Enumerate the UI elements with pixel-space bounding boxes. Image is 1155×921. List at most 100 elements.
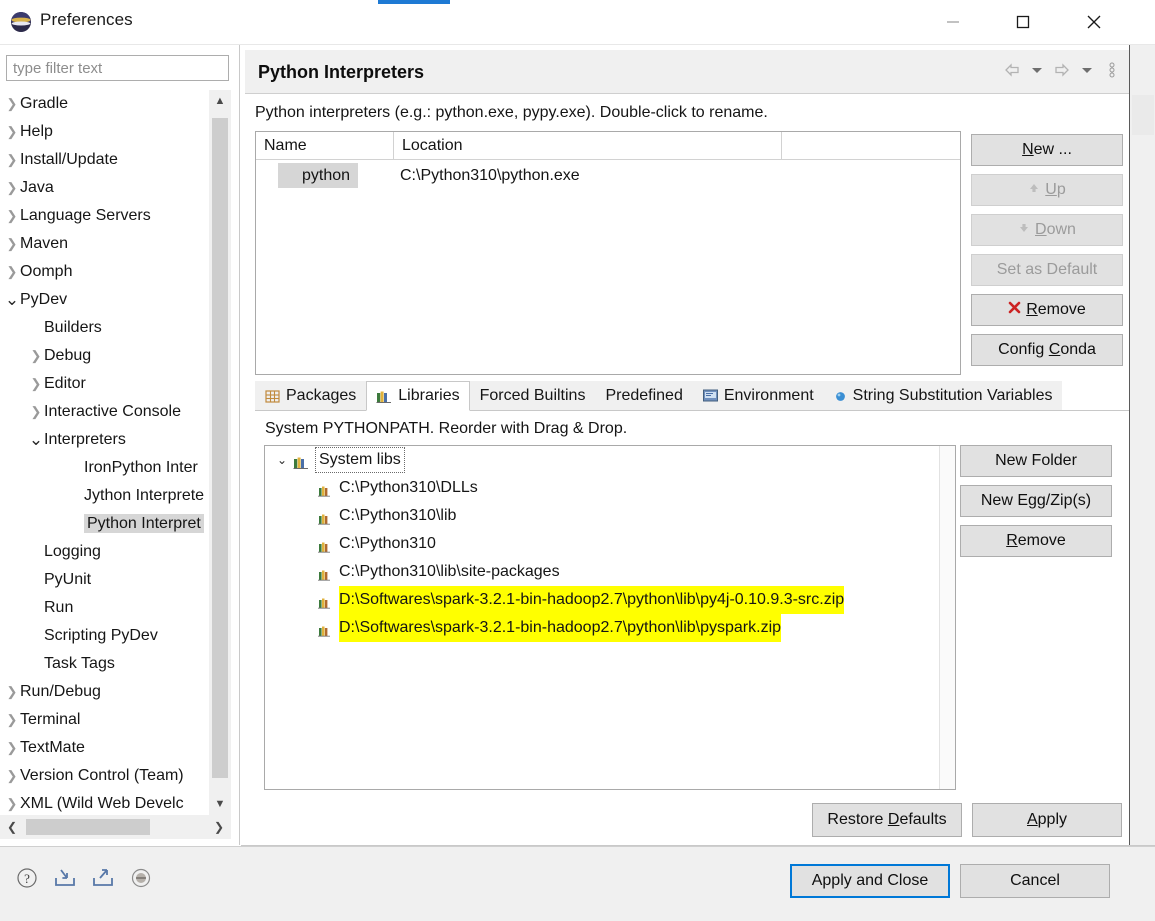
scroll-up-icon[interactable]: ▲ — [209, 90, 231, 112]
chevron-right-icon[interactable]: ❯ — [4, 174, 20, 202]
sidebar-item-xml-wild-web-develc[interactable]: ❯ XML (Wild Web Develc — [0, 790, 240, 815]
back-arrow-icon[interactable] — [1001, 58, 1023, 82]
scrollbar-thumb[interactable] — [212, 118, 228, 778]
chevron-down-icon[interactable]: ⌄ — [28, 426, 44, 454]
sidebar-item-gradle[interactable]: ❯ Gradle — [0, 90, 240, 118]
chevron-down-icon[interactable]: ⌄ — [275, 446, 289, 474]
sidebar-item-install-update[interactable]: ❯ Install/Update — [0, 146, 240, 174]
tab-string-substitution-variables[interactable]: String Substitution Variables — [823, 381, 1063, 411]
libraries-tree[interactable]: ⌄ System libs C:\Python310\DLLs C:\Python31… — [264, 445, 956, 790]
chevron-right-icon[interactable]: ❯ — [4, 762, 20, 790]
sidebar-item-scripting-pydev[interactable]: Scripting PyDev — [0, 622, 240, 650]
tab-forced-builtins[interactable]: Forced Builtins — [469, 381, 596, 411]
config-conda-button[interactable]: Config Conda — [971, 334, 1123, 366]
interpreter-name[interactable]: python — [278, 163, 359, 188]
sidebar-item-interactive-console[interactable]: ❯ Interactive Console — [0, 398, 240, 426]
sidebar-item-version-control-team[interactable]: ❯ Version Control (Team) — [0, 762, 240, 790]
sidebar-item-oomph[interactable]: ❯ Oomph — [0, 258, 240, 286]
scroll-left-icon[interactable]: ❮ — [0, 815, 24, 839]
apply-and-close-button[interactable]: Apply and Close — [790, 864, 950, 898]
column-header-location[interactable]: Location — [394, 132, 782, 159]
library-path-item[interactable]: C:\Python310\lib — [265, 502, 955, 530]
apply-button[interactable]: Apply — [972, 803, 1122, 837]
library-path-item[interactable]: C:\Python310\DLLs — [265, 474, 955, 502]
chevron-right-icon[interactable]: ❯ — [4, 678, 20, 706]
chevron-right-icon[interactable]: ❯ — [4, 118, 20, 146]
tab-libraries[interactable]: Libraries — [366, 381, 470, 411]
sidebar-item-task-tags[interactable]: Task Tags — [0, 650, 240, 678]
sidebar-item-python-interpret[interactable]: Python Interpret — [0, 510, 240, 538]
new-folder-button[interactable]: New Folder — [960, 445, 1112, 477]
forward-arrow-icon[interactable] — [1051, 58, 1073, 82]
move-up-button[interactable]: Up — [971, 174, 1123, 206]
export-icon[interactable] — [90, 865, 116, 891]
new-egg-zip-button[interactable]: New Egg/Zip(s) — [960, 485, 1112, 517]
sidebar-item-ironpython-inter[interactable]: IronPython Inter — [0, 454, 240, 482]
sidebar-horizontal-scrollbar[interactable]: ❮ ❯ — [0, 815, 231, 839]
remove-interpreter-button[interactable]: Remove — [971, 294, 1123, 326]
chevron-right-icon[interactable]: ❯ — [28, 342, 44, 370]
library-path-item[interactable]: D:\Softwares\spark-3.2.1-bin-hadoop2.7\p… — [265, 586, 955, 614]
move-down-button[interactable]: Down — [971, 214, 1123, 246]
library-path-item[interactable]: C:\Python310 — [265, 530, 955, 558]
restore-defaults-button[interactable]: Restore Defaults — [812, 803, 962, 837]
oomph-recorder-icon[interactable] — [128, 865, 154, 891]
chevron-right-icon[interactable]: ❯ — [4, 790, 20, 815]
sidebar-item-interpreters[interactable]: ⌄Interpreters — [0, 426, 240, 454]
dialog-right-scroll-strip[interactable] — [1129, 45, 1155, 845]
interpreter-location[interactable]: C:\Python310\python.exe — [400, 163, 580, 188]
import-icon[interactable] — [52, 865, 78, 891]
sidebar-item-builders[interactable]: Builders — [0, 314, 240, 342]
forward-dropdown-icon[interactable] — [1076, 58, 1098, 82]
tab-environment[interactable]: Environment — [692, 381, 824, 411]
sidebar-item-run-debug[interactable]: ❯ Run/Debug — [0, 678, 240, 706]
chevron-right-icon[interactable]: ❯ — [4, 706, 20, 734]
scrollbar-thumb[interactable] — [26, 819, 150, 835]
chevron-right-icon[interactable]: ❯ — [4, 258, 20, 286]
chevron-right-icon[interactable]: ❯ — [4, 230, 20, 258]
sidebar-item-debug[interactable]: ❯ Debug — [0, 342, 240, 370]
set-as-default-button[interactable]: Set as Default — [971, 254, 1123, 286]
libraries-scrollbar[interactable] — [939, 446, 955, 789]
sidebar-item-textmate[interactable]: ❯ TextMate — [0, 734, 240, 762]
sidebar-item-jython-interprete[interactable]: Jython Interprete — [0, 482, 240, 510]
preferences-tree[interactable]: ❯ Gradle ❯ Help ❯ Install/Update ❯ Java ❯ Languag… — [0, 90, 240, 815]
interpreter-table[interactable]: Name Location python C:\Python310\python… — [255, 131, 961, 375]
chevron-right-icon[interactable]: ❯ — [4, 202, 20, 230]
help-icon[interactable]: ? — [14, 865, 40, 891]
sidebar-item-java[interactable]: ❯ Java — [0, 174, 240, 202]
scrollbar-thumb[interactable] — [1132, 95, 1154, 135]
new-interpreter-button[interactable]: New ... — [971, 134, 1123, 166]
cancel-button[interactable]: Cancel — [960, 864, 1110, 898]
close-button[interactable] — [1070, 0, 1117, 44]
sidebar-item-run[interactable]: Run — [0, 594, 240, 622]
scroll-right-icon[interactable]: ❯ — [207, 815, 231, 839]
filter-input[interactable] — [6, 55, 229, 81]
libraries-root-node[interactable]: ⌄ System libs — [265, 446, 955, 474]
chevron-right-icon[interactable]: ❯ — [28, 370, 44, 398]
sidebar-item-help[interactable]: ❯ Help — [0, 118, 240, 146]
column-header-name[interactable]: Name — [256, 132, 394, 159]
chevron-down-icon[interactable]: ⌄ — [4, 286, 20, 314]
maximize-button[interactable] — [999, 0, 1046, 44]
library-path-item[interactable]: C:\Python310\lib\site-packages — [265, 558, 955, 586]
sidebar-item-maven[interactable]: ❯ Maven — [0, 230, 240, 258]
sidebar-item-terminal[interactable]: ❯ Terminal — [0, 706, 240, 734]
tab-packages[interactable]: Packages — [255, 381, 367, 411]
back-dropdown-icon[interactable] — [1026, 58, 1048, 82]
sidebar-item-language-servers[interactable]: ❯ Language Servers — [0, 202, 240, 230]
library-path-item[interactable]: D:\Softwares\spark-3.2.1-bin-hadoop2.7\p… — [265, 614, 955, 642]
minimize-button[interactable] — [929, 0, 976, 44]
table-row[interactable]: python C:\Python310\python.exe — [256, 160, 960, 190]
sidebar-item-pydev[interactable]: ⌄PyDev — [0, 286, 240, 314]
sidebar-item-editor[interactable]: ❯ Editor — [0, 370, 240, 398]
remove-library-button[interactable]: Remove — [960, 525, 1112, 557]
chevron-right-icon[interactable]: ❯ — [4, 90, 20, 118]
chevron-right-icon[interactable]: ❯ — [4, 146, 20, 174]
sidebar-item-pyunit[interactable]: PyUnit — [0, 566, 240, 594]
tab-predefined[interactable]: Predefined — [595, 381, 693, 411]
chevron-right-icon[interactable]: ❯ — [4, 734, 20, 762]
scroll-down-icon[interactable]: ▼ — [209, 793, 231, 815]
chevron-right-icon[interactable]: ❯ — [28, 398, 44, 426]
sidebar-item-logging[interactable]: Logging — [0, 538, 240, 566]
